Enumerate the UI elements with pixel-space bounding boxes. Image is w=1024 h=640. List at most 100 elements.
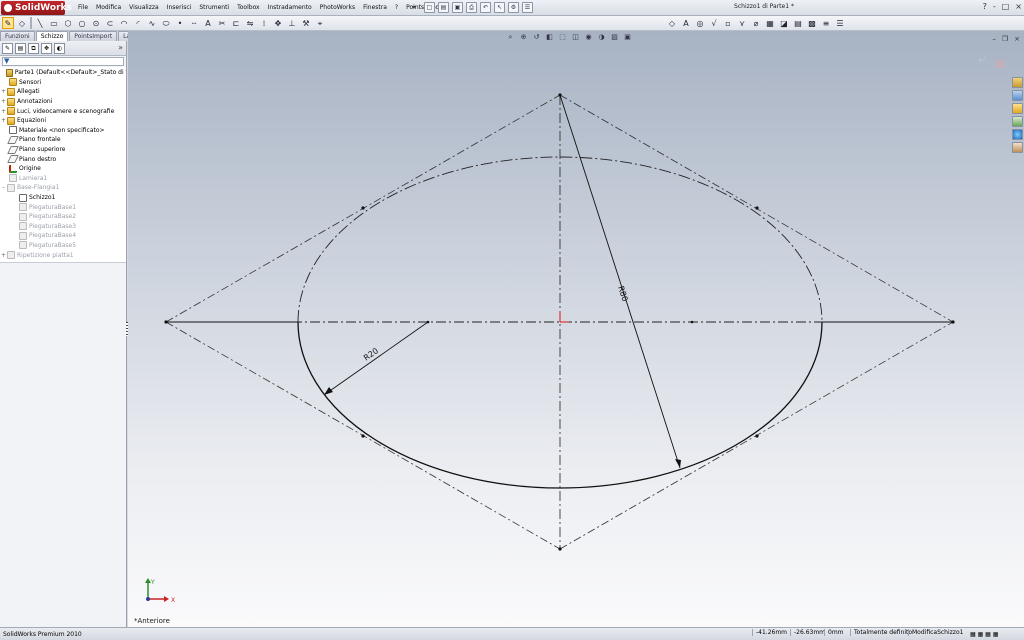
- tree-item[interactable]: PiegaturaBase2: [0, 212, 126, 222]
- tree-item[interactable]: + Equazioni: [0, 116, 126, 126]
- feature-manager-icon[interactable]: ✎: [2, 43, 13, 54]
- tree-item[interactable]: Schizzo1: [0, 193, 126, 203]
- circle-icon[interactable]: ○: [76, 17, 88, 29]
- expand-panel-icon[interactable]: »: [118, 43, 123, 52]
- tree-item[interactable]: Origine: [0, 164, 126, 174]
- close-icon[interactable]: ×: [1015, 2, 1022, 11]
- note-icon[interactable]: A: [680, 17, 692, 29]
- dimxpert-manager-icon[interactable]: ✥: [41, 43, 52, 54]
- menu-item[interactable]: Modifica: [92, 3, 125, 13]
- tab-schizzo[interactable]: Schizzo: [35, 31, 69, 41]
- edit-appearance-icon[interactable]: ◑: [597, 33, 606, 42]
- tree-item[interactable]: - Base-Flangia1: [0, 183, 126, 193]
- pin-icon[interactable]: ⌖: [412, 3, 416, 12]
- cancel-sketch-icon[interactable]: ✕: [994, 57, 1006, 73]
- hole-callout-icon[interactable]: ⌀: [750, 17, 762, 29]
- layer-icon[interactable]: ▤: [792, 17, 804, 29]
- tree-expander[interactable]: +: [0, 117, 7, 124]
- property-manager-icon[interactable]: ▤: [15, 43, 26, 54]
- surface-finish-icon[interactable]: √: [708, 17, 720, 29]
- graphics-area[interactable]: R80 R20 ⌕ ⊕ ↺ ◧ ⬚ ◫ ◉ ◑ ▨ ▣ – ❐ × ⤶ ✕ Y …: [128, 31, 1024, 627]
- datum-icon[interactable]: ▫: [722, 17, 734, 29]
- minimize-icon[interactable]: -: [993, 2, 996, 11]
- configuration-manager-icon[interactable]: ⧉: [28, 43, 39, 54]
- block-icon[interactable]: ◪: [778, 17, 790, 29]
- menu-item[interactable]: Toolbox: [233, 3, 264, 13]
- centerline-icon[interactable]: ┄: [188, 17, 200, 29]
- menu-item[interactable]: Strumenti: [195, 3, 233, 13]
- tree-item[interactable]: Piano superiore: [0, 145, 126, 155]
- tree-item[interactable]: Sensori: [0, 78, 126, 88]
- repair-icon[interactable]: ⚒: [300, 17, 312, 29]
- move-icon[interactable]: ✥: [272, 17, 284, 29]
- tree-item[interactable]: Parte1 (Default<<Default>_Stato di visua…: [0, 68, 126, 78]
- menu-item[interactable]: ?: [391, 3, 402, 13]
- arc-icon[interactable]: ◠: [118, 17, 130, 29]
- save-icon[interactable]: ▣: [452, 2, 463, 13]
- solidworks-resources-icon[interactable]: [1012, 77, 1023, 88]
- view-palette-icon[interactable]: [1012, 116, 1023, 127]
- menu-item[interactable]: PhotoWorks: [316, 3, 359, 13]
- apply-scene-icon[interactable]: ▨: [610, 33, 619, 42]
- ellipse-icon[interactable]: ⬭: [160, 17, 172, 29]
- menu-item[interactable]: Visualizza: [125, 3, 163, 13]
- line-icon[interactable]: ╲: [34, 17, 46, 29]
- linear-pattern-icon[interactable]: ⁞: [258, 17, 270, 29]
- tree-item[interactable]: + Luci, videocamere e scenografie: [0, 106, 126, 116]
- quick-snaps-icon[interactable]: ⌖: [314, 17, 326, 29]
- tangent-arc-icon[interactable]: ◜: [132, 17, 144, 29]
- menu-item[interactable]: Inserisci: [163, 3, 196, 13]
- zoom-to-fit-icon[interactable]: ⌕: [506, 33, 515, 42]
- color-icon[interactable]: ▩: [806, 17, 818, 29]
- spline-icon[interactable]: ∿: [146, 17, 158, 29]
- maximize-icon[interactable]: □: [1002, 2, 1010, 11]
- new-document-icon[interactable]: □: [424, 2, 435, 13]
- hide-show-items-icon[interactable]: ◉: [584, 33, 593, 42]
- mirror-icon[interactable]: ⇋: [244, 17, 256, 29]
- display-manager-icon[interactable]: ◐: [54, 43, 65, 54]
- menu-item[interactable]: Instradamento: [264, 3, 316, 13]
- tree-item[interactable]: PiegaturaBase3: [0, 222, 126, 232]
- tab-funzioni[interactable]: Funzioni: [0, 31, 35, 41]
- section-view-icon[interactable]: ◧: [545, 33, 554, 42]
- tree-item[interactable]: + Annotazioni: [0, 97, 126, 107]
- slot-icon[interactable]: ⊂: [104, 17, 116, 29]
- open-icon[interactable]: ▤: [438, 2, 449, 13]
- balloon-icon[interactable]: ◎: [694, 17, 706, 29]
- zoom-to-area-icon[interactable]: ⊕: [519, 33, 528, 42]
- tree-expander[interactable]: +: [0, 88, 7, 95]
- design-library-icon[interactable]: [1012, 90, 1023, 101]
- tab-pointsimport[interactable]: PointsImport: [69, 31, 118, 41]
- tree-item[interactable]: PiegaturaBase4: [0, 231, 126, 241]
- point-icon[interactable]: •: [174, 17, 186, 29]
- viewport-close-icon[interactable]: ×: [1014, 35, 1020, 43]
- print-icon[interactable]: ⎙: [466, 2, 477, 13]
- file-explorer-icon[interactable]: [1012, 103, 1023, 114]
- text-icon[interactable]: A: [202, 17, 214, 29]
- view-settings-icon[interactable]: ▣: [623, 33, 632, 42]
- line-style-icon[interactable]: ≡: [820, 17, 832, 29]
- edit-sketch-icon[interactable]: ✎: [2, 17, 14, 29]
- exit-sketch-icon[interactable]: ⤶: [978, 51, 986, 67]
- tree-item[interactable]: Piano destro: [0, 154, 126, 164]
- custom-properties-icon[interactable]: [1012, 142, 1023, 153]
- previous-view-icon[interactable]: ↺: [532, 33, 541, 42]
- viewport-minimize-icon[interactable]: –: [992, 35, 996, 43]
- appearances-icon[interactable]: [1012, 129, 1023, 140]
- solidworks-logo[interactable]: SolidWorks: [1, 1, 72, 15]
- view-orientation-icon[interactable]: ⬚: [558, 33, 567, 42]
- help-icon[interactable]: ?: [983, 2, 987, 11]
- rebuild-icon[interactable]: ⚙: [508, 2, 519, 13]
- tree-item[interactable]: Lamiera1: [0, 174, 126, 184]
- tree-expander[interactable]: +: [0, 108, 7, 115]
- table-icon[interactable]: ▦: [764, 17, 776, 29]
- relations-icon[interactable]: ⊥: [286, 17, 298, 29]
- tree-item[interactable]: PiegaturaBase5: [0, 241, 126, 251]
- sketch-canvas[interactable]: R80 R20: [128, 31, 1024, 627]
- offset-icon[interactable]: ⊏: [230, 17, 242, 29]
- tree-item[interactable]: Piano frontale: [0, 135, 126, 145]
- undo-icon[interactable]: ↶: [480, 2, 491, 13]
- tree-item[interactable]: + Allegati: [0, 87, 126, 97]
- circle-perimeter-icon[interactable]: ⊙: [90, 17, 102, 29]
- tree-expander[interactable]: +: [0, 98, 7, 105]
